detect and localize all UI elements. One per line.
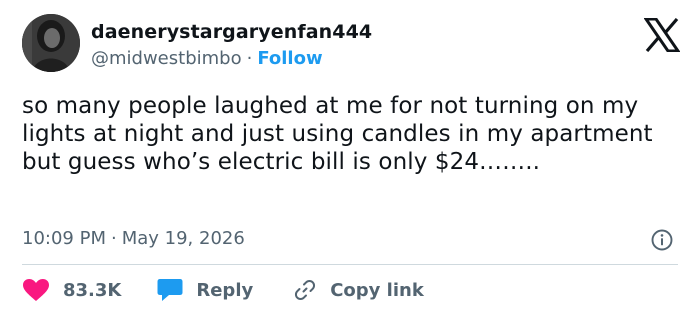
reply-label: Reply (196, 279, 254, 301)
author-handle[interactable]: @midwestbimbo (91, 48, 242, 69)
tweet-card: daenerystargaryenfan444 @midwestbimbo · Fo… (0, 0, 700, 318)
copy-link-button[interactable]: Copy link (293, 278, 424, 302)
author-display-name[interactable]: daenerystargaryenfan444 (91, 20, 372, 44)
like-count: 83.3K (63, 279, 122, 301)
avatar[interactable] (22, 14, 80, 72)
separator-dot: · (246, 48, 253, 69)
tweet-date: May 19, 2026 (121, 228, 245, 249)
link-icon (295, 279, 316, 301)
timestamp[interactable]: 10:09 PM · May 19, 2026 (22, 228, 245, 250)
follow-button[interactable]: Follow (257, 48, 322, 69)
heart-icon (23, 279, 49, 301)
tweet-text: so many people laughed at me for not tur… (22, 93, 653, 175)
author-handle-row: @midwestbimbo · Follow (91, 47, 372, 71)
divider (22, 264, 678, 265)
like-button[interactable]: 83.3K (22, 278, 121, 302)
copy-link-label: Copy link (330, 279, 424, 301)
info-icon[interactable] (650, 228, 674, 252)
separator-dot: · (110, 228, 117, 249)
reply-button[interactable]: Reply (157, 278, 253, 302)
action-bar: 83.3K Reply Copy link (22, 276, 424, 304)
speech-bubble-icon (157, 279, 183, 301)
x-logo-icon[interactable] (643, 17, 681, 53)
tweet-time: 10:09 PM (22, 228, 106, 249)
author-info: daenerystargaryenfan444 @midwestbimbo · Fo… (91, 20, 372, 71)
